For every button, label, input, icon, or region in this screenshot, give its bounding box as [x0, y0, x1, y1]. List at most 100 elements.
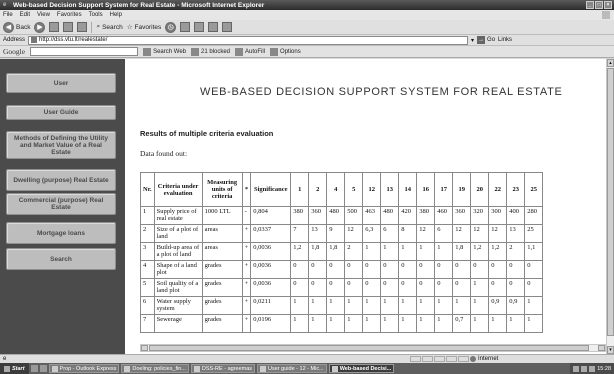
table-cell: 1,2	[470, 242, 490, 261]
table-cell: Soil quality of a land plot	[153, 278, 203, 297]
table-cell: 360	[452, 206, 472, 225]
address-dropdown-icon[interactable]: ▾	[471, 37, 474, 44]
home-icon[interactable]	[77, 22, 88, 32]
task-outlook[interactable]: Prop - Outlook Express	[48, 364, 120, 373]
menu-favorites[interactable]: Favorites	[57, 12, 82, 18]
google-logo[interactable]: Google	[3, 47, 25, 56]
start-button[interactable]: Start	[0, 363, 29, 374]
table-cell: 0,0036	[250, 242, 292, 261]
scroll-left-icon[interactable]	[141, 345, 148, 351]
refresh-icon[interactable]	[63, 22, 74, 32]
table-cell: 280	[524, 206, 544, 225]
autofill-button[interactable]: AutoFill	[235, 47, 265, 56]
links-button[interactable]: Links	[498, 37, 512, 43]
sidebar-item-search[interactable]: Search	[6, 248, 116, 270]
horizontal-scrollbar[interactable]	[140, 344, 606, 352]
task-browser[interactable]: Web-based Decisi...	[328, 364, 395, 373]
scroll-right-icon[interactable]	[598, 345, 605, 351]
table-cell: 0,0211	[250, 296, 292, 315]
found-text: Data found out:	[140, 149, 188, 158]
task-doc-1[interactable]: Doeling: policies_fin...	[121, 364, 189, 373]
table-cell: 2	[344, 242, 364, 261]
table-header-cell: 20	[470, 172, 490, 207]
popup-blocker-button[interactable]: 21 blocked	[191, 47, 230, 56]
table-cell: 0	[470, 260, 490, 279]
print-icon[interactable]	[194, 22, 205, 32]
table-row: 4 Shape of a land plot grades +0,0036 0 0 0 0 0 0…	[140, 260, 544, 279]
menu-help[interactable]: Help	[110, 12, 122, 18]
edit-icon[interactable]	[208, 22, 219, 32]
sidebar-item-methods[interactable]: Methods of Defining the Utility and Mark…	[6, 131, 116, 159]
tray-volume-icon[interactable]	[581, 365, 588, 372]
table-cell: 0	[362, 278, 382, 297]
sidebar-item-mortgage[interactable]: Mortgage loans	[6, 222, 116, 244]
table-header-cell: 19	[452, 172, 472, 207]
table-cell: Supply price of real estate	[153, 206, 203, 225]
close-icon[interactable]: ×	[604, 1, 612, 9]
table-header-cell: 2	[308, 172, 328, 207]
mail-icon[interactable]	[180, 22, 191, 32]
tray-security-icon[interactable]	[589, 365, 596, 372]
favorites-button[interactable]: ☆ Favorites	[127, 23, 162, 32]
table-cell: 0,9	[488, 296, 508, 315]
menu-view[interactable]: View	[37, 12, 50, 18]
scroll-up-icon[interactable]: ▴	[607, 59, 614, 67]
table-cell: 0	[524, 260, 544, 279]
google-toolbar: Google Search Web 21 blocked AutoFill Op…	[0, 46, 614, 58]
table-cell: 0	[362, 260, 382, 279]
sidebar-item-dwelling[interactable]: Dwelling (purpose) Real Estate	[6, 169, 116, 191]
document-icon	[193, 365, 200, 372]
go-button[interactable]: → Go	[477, 36, 495, 44]
tray-network-icon[interactable]	[573, 365, 580, 372]
google-search-input[interactable]	[30, 47, 139, 56]
vertical-scrollbar-thumb[interactable]	[607, 68, 614, 336]
search-button[interactable]: ⌕ Search	[96, 23, 122, 31]
vertical-scrollbar[interactable]: ▴ ▾	[606, 59, 614, 354]
menu-edit[interactable]: Edit	[20, 12, 30, 18]
sidebar-item-user-guide[interactable]: User Guide	[6, 105, 116, 120]
table-cell: 1	[506, 314, 526, 333]
table-cell: 1,1	[524, 242, 544, 261]
taskbar: Start Prop - Outlook Express Doeling: po…	[0, 363, 614, 374]
table-cell: 1	[380, 296, 400, 315]
maximize-icon[interactable]: □	[595, 1, 603, 9]
table-cell: Water supply system	[153, 296, 203, 315]
quick-launch-ie-icon[interactable]	[30, 365, 38, 372]
quick-launch-desktop-icon[interactable]	[39, 365, 47, 372]
forward-arrow-icon[interactable]: ▶	[34, 21, 46, 33]
table-cell: 12	[470, 224, 490, 243]
table-cell: 1	[344, 296, 364, 315]
table-cell: 1	[362, 296, 382, 315]
table-cell: 6	[380, 224, 400, 243]
task-doc-2[interactable]: DSS-RE - agreemas	[190, 364, 256, 373]
table-cell: 0	[308, 278, 328, 297]
back-button[interactable]: ◀ Back	[3, 21, 30, 33]
table-cell: 1	[488, 314, 508, 333]
table-body: 1 Supply price of real estate 1000 LTL -0,8…	[140, 206, 544, 333]
search-web-button[interactable]: Search Web	[143, 47, 186, 56]
messenger-icon[interactable]	[222, 22, 233, 32]
table-cell: 13	[308, 224, 328, 243]
history-icon[interactable]: ◷	[165, 21, 177, 33]
menu-tools[interactable]: Tools	[89, 12, 103, 18]
table-header-cell: 25	[524, 172, 544, 207]
table-header-cell: 14	[398, 172, 418, 207]
menu-bar: File Edit View Favorites Tools Help	[0, 10, 614, 20]
table-cell: 13	[506, 224, 526, 243]
address-input[interactable]: http://dss.vtu.lt/realestate/	[28, 35, 469, 45]
table-cell: 2	[140, 224, 155, 243]
table-cell: 1	[470, 278, 490, 297]
task-word[interactable]: User guide - 12 - Mic...	[257, 364, 327, 373]
scroll-down-icon[interactable]: ▾	[607, 346, 614, 354]
table-row: 7 Sewerage grades +0,0196 1 1 1 1 1 1 1 1 1 0,7 1 1 1 1	[140, 314, 544, 333]
stop-icon[interactable]	[49, 22, 60, 32]
sidebar-item-user[interactable]: User	[6, 73, 116, 93]
sidebar-item-commercial[interactable]: Commercial (purpose) Real Estate	[6, 193, 116, 215]
scrollbar-thumb[interactable]	[149, 345, 589, 351]
minimize-icon[interactable]: _	[586, 1, 594, 9]
options-button[interactable]: Options	[270, 47, 301, 56]
window-titlebar: e Web-based Decision Support System for …	[0, 0, 614, 10]
table-cell: 0	[434, 260, 454, 279]
table-header-cell: Nr.	[140, 172, 155, 207]
menu-file[interactable]: File	[3, 12, 13, 18]
